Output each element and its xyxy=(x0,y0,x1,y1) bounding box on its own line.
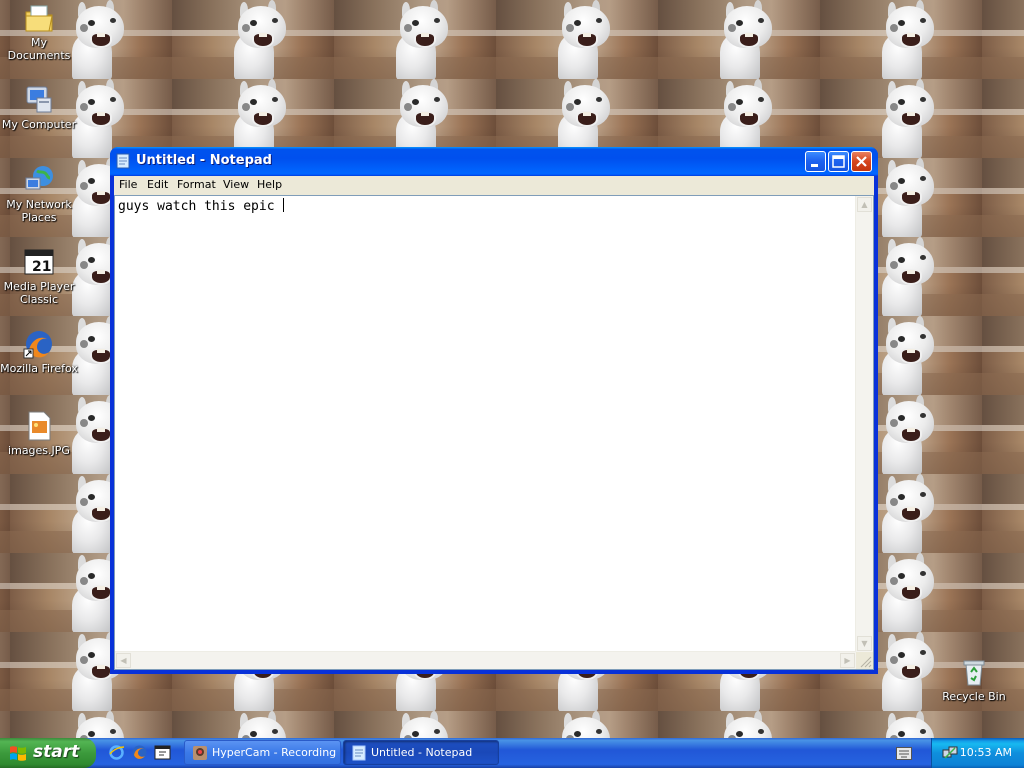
menu-view[interactable]: View xyxy=(223,178,249,191)
task-label: HyperCam - Recording xyxy=(212,746,337,759)
horizontal-scrollbar[interactable]: ◀ ▶ xyxy=(115,651,856,669)
wallpaper-tile xyxy=(820,711,982,738)
maximize-button[interactable] xyxy=(828,151,849,172)
desktop-icon-label: My Network Places xyxy=(6,198,72,224)
wallpaper-tile xyxy=(658,711,820,738)
task-button-notepad[interactable]: Untitled - Notepad xyxy=(343,740,499,765)
my-documents-icon xyxy=(23,2,55,34)
desktop-icon-my-computer[interactable]: My Computer xyxy=(0,84,78,131)
scroll-right-icon[interactable]: ▶ xyxy=(840,653,855,668)
desktop-icon-label: My Computer xyxy=(1,118,77,131)
desktop-icon-label: My Documents xyxy=(7,36,71,62)
maximize-icon xyxy=(832,155,845,168)
firefox-icon[interactable] xyxy=(131,744,148,761)
notepad-icon xyxy=(116,153,130,169)
wallpaper-tile xyxy=(172,711,334,738)
menu-help[interactable]: Help xyxy=(257,178,282,191)
start-button[interactable]: start xyxy=(0,738,96,768)
wallpaper-tile xyxy=(334,711,496,738)
wallpaper-tile xyxy=(982,711,1024,738)
wallpaper-tile xyxy=(496,711,658,738)
window-title: Untitled - Notepad xyxy=(136,153,272,168)
start-label: start xyxy=(33,742,80,762)
desktop-icon-network-places[interactable]: My Network Places xyxy=(0,164,78,224)
desktop-icon-label: Mozilla Firefox xyxy=(0,362,78,375)
title-bar[interactable]: Untitled - Notepad xyxy=(110,147,878,176)
desktop[interactable]: My Documents My Computer My Network Plac… xyxy=(0,0,1024,738)
text-area[interactable]: guys watch this epic ▲ ▼ ◀ ▶ xyxy=(114,195,874,670)
media-player-classic-icon[interactable] xyxy=(154,744,171,761)
notepad-icon xyxy=(352,745,366,761)
menu-file[interactable]: File xyxy=(119,178,137,191)
wallpaper-tile xyxy=(982,395,1024,474)
notepad-body: File Edit Format View Help guys watch th… xyxy=(114,176,874,670)
wallpaper-tile xyxy=(982,158,1024,237)
windows-logo-icon xyxy=(10,746,26,761)
wallpaper-tile xyxy=(982,0,1024,79)
notepad-window[interactable]: Untitled - Notepad File Edit Format View… xyxy=(110,147,878,674)
wallpaper-tile xyxy=(982,237,1024,316)
wallpaper-tile xyxy=(982,553,1024,632)
my-computer-icon xyxy=(23,84,55,116)
clock[interactable]: 10:53 AM xyxy=(960,746,1012,759)
desktop-icon-recycle-bin[interactable]: Recycle Bin xyxy=(935,656,1013,703)
desktop-icon-label: Recycle Bin xyxy=(942,690,1006,703)
wallpaper-tile xyxy=(172,0,334,79)
document-text: guys watch this epic xyxy=(118,199,283,214)
network-status-icon[interactable] xyxy=(942,745,958,761)
close-button[interactable] xyxy=(851,151,872,172)
task-label: Untitled - Notepad xyxy=(371,746,473,759)
minimize-icon xyxy=(811,164,818,167)
scroll-up-icon[interactable]: ▲ xyxy=(857,197,872,212)
menu-bar: File Edit Format View Help xyxy=(114,176,874,194)
task-button-hypercam[interactable]: HyperCam - Recording xyxy=(184,740,341,765)
wallpaper-tile xyxy=(0,632,10,711)
wallpaper-tile xyxy=(658,0,820,79)
wallpaper-tile xyxy=(820,0,982,79)
wallpaper-tile xyxy=(982,474,1024,553)
wallpaper-tile xyxy=(496,0,658,79)
scroll-down-icon[interactable]: ▼ xyxy=(857,636,872,651)
menu-format[interactable]: Format xyxy=(177,178,216,191)
size-grip[interactable] xyxy=(856,652,873,669)
wallpaper-tile xyxy=(0,553,10,632)
media-player-classic-icon: 21 xyxy=(23,246,55,278)
desktop-icon-my-documents[interactable]: My Documents xyxy=(0,2,78,62)
vertical-scrollbar[interactable]: ▲ ▼ xyxy=(855,196,873,652)
recycle-bin-icon xyxy=(958,656,990,688)
resize-grip-icon xyxy=(860,656,872,668)
taskbar: start HyperCam - Recording Untitled - No… xyxy=(0,738,1024,768)
firefox-icon xyxy=(23,328,55,360)
wallpaper-tile xyxy=(334,0,496,79)
menu-edit[interactable]: Edit xyxy=(147,178,168,191)
hypercam-icon xyxy=(193,746,207,760)
keyboard-icon[interactable] xyxy=(896,747,912,760)
close-icon xyxy=(856,156,867,167)
desktop-icon-media-player-classic[interactable]: 21 Media Player Classic xyxy=(0,246,78,306)
desktop-icon-firefox[interactable]: Mozilla Firefox xyxy=(0,328,78,375)
scroll-left-icon[interactable]: ◀ xyxy=(116,653,131,668)
system-tray: 10:53 AM xyxy=(931,738,1024,768)
network-places-icon xyxy=(23,164,55,196)
desktop-icon-label: Media Player Classic xyxy=(3,280,75,306)
wallpaper-tile xyxy=(10,711,172,738)
wallpaper-tile xyxy=(0,474,10,553)
svg-text:21: 21 xyxy=(32,259,51,275)
wallpaper-tile xyxy=(982,316,1024,395)
wallpaper-tile xyxy=(982,79,1024,158)
ie-icon[interactable] xyxy=(108,744,125,761)
desktop-icon-label: images.JPG xyxy=(8,444,70,457)
desktop-icon-images-jpg[interactable]: images.JPG xyxy=(0,410,78,457)
minimize-button[interactable] xyxy=(805,151,826,172)
image-file-icon xyxy=(23,410,55,442)
text-caret xyxy=(283,198,285,212)
wallpaper-tile xyxy=(0,711,10,738)
